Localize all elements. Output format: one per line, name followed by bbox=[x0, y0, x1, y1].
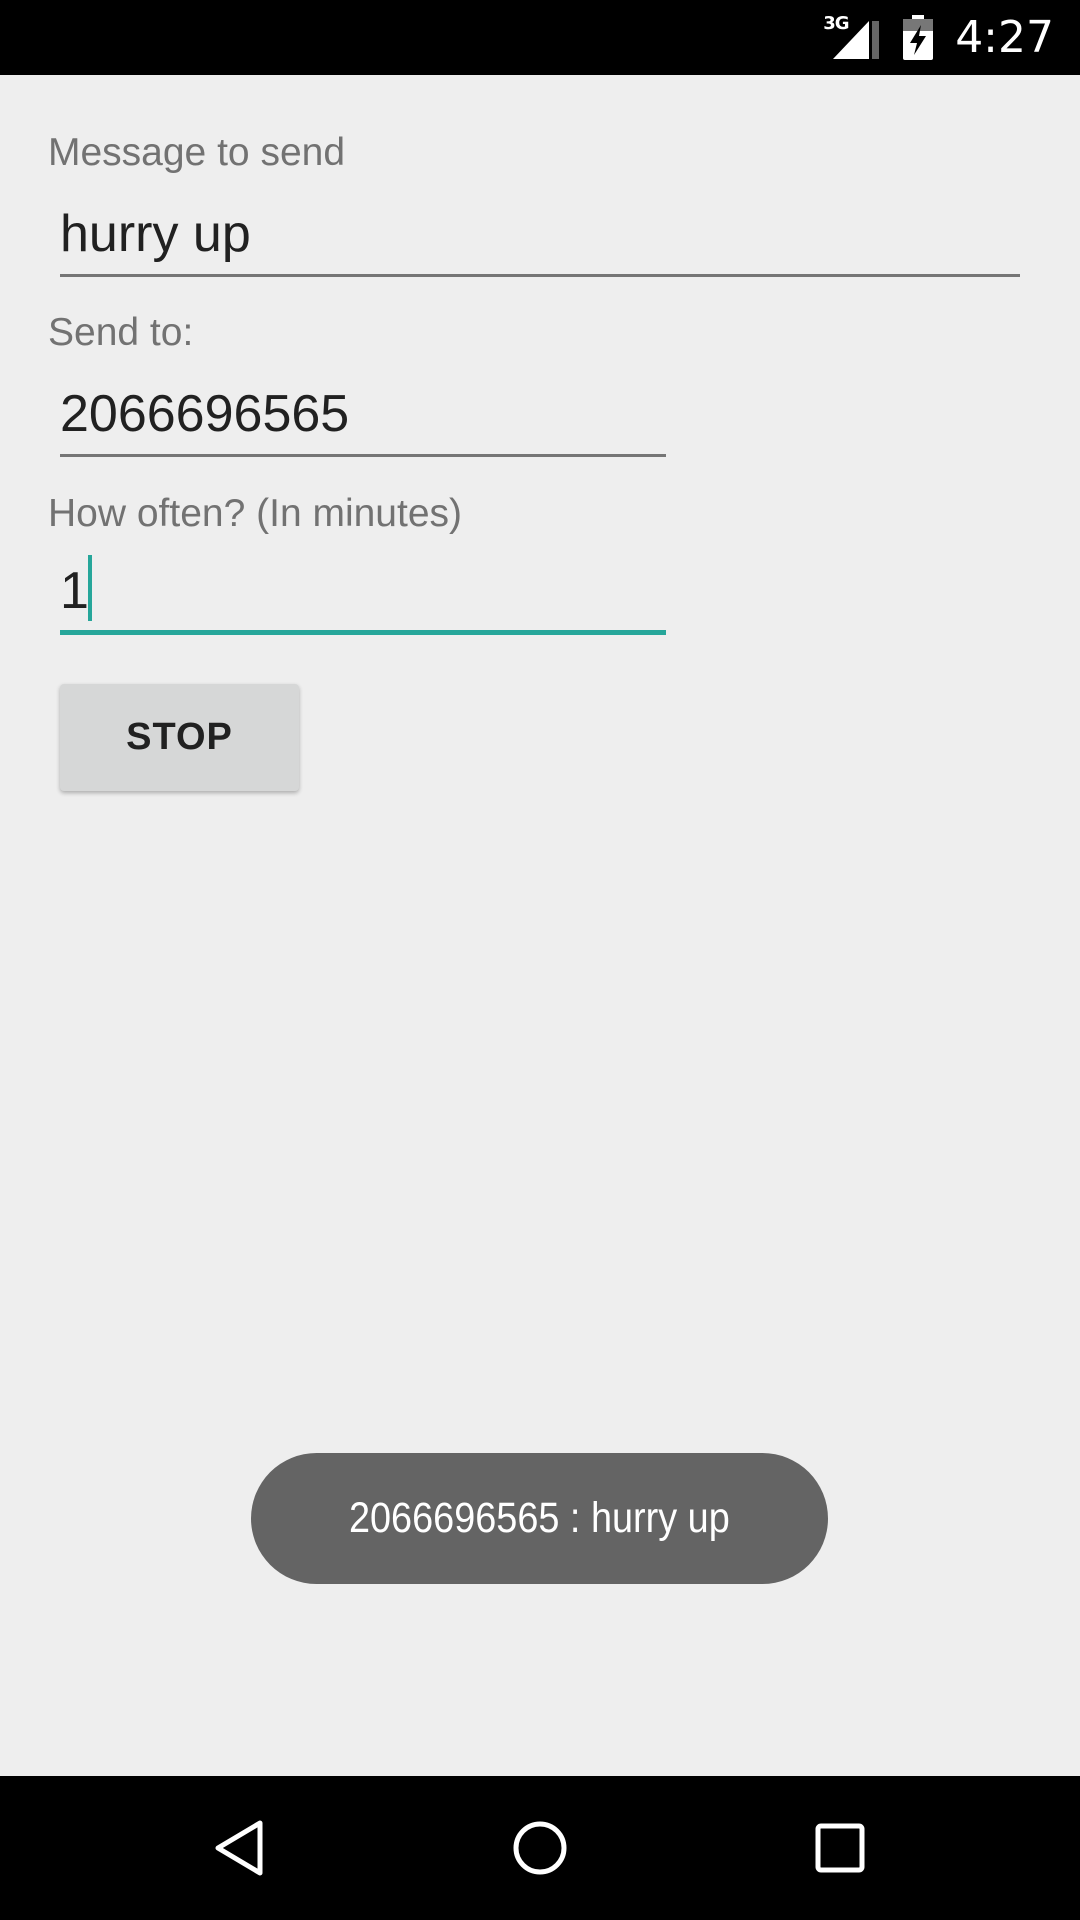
message-input[interactable] bbox=[60, 193, 1020, 277]
status-bar: 3G 4:27 bbox=[0, 0, 1080, 75]
send-to-label: Send to: bbox=[48, 311, 194, 354]
toast: 2066696565 : hurry up bbox=[251, 1453, 828, 1584]
clock: 4:27 bbox=[955, 12, 1054, 63]
interval-label: How often? (In minutes) bbox=[48, 492, 463, 535]
recents-button[interactable] bbox=[760, 1776, 920, 1920]
stop-button[interactable]: STOP bbox=[60, 684, 299, 791]
interval-input[interactable] bbox=[60, 551, 666, 635]
text-cursor bbox=[88, 555, 92, 621]
home-button[interactable] bbox=[460, 1776, 620, 1920]
back-button[interactable] bbox=[160, 1776, 320, 1920]
message-label: Message to send bbox=[48, 131, 346, 174]
recents-icon bbox=[815, 1823, 865, 1873]
status-icons: 3G 4:27 bbox=[823, 0, 1054, 75]
network-type-label: 3G bbox=[823, 13, 849, 34]
home-icon bbox=[513, 1821, 567, 1875]
navigation-bar bbox=[0, 1776, 1080, 1920]
signal-icon: 3G bbox=[823, 13, 881, 60]
battery-charging-icon bbox=[903, 15, 934, 60]
back-icon bbox=[215, 1820, 263, 1876]
toast-text: 2066696565 : hurry up bbox=[349, 1494, 730, 1542]
send-to-input[interactable] bbox=[60, 373, 666, 457]
